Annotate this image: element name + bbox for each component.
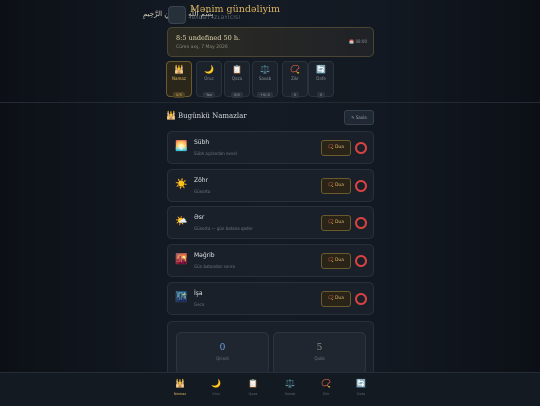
tab-count: 0	[316, 92, 326, 98]
stat-value: 0	[219, 343, 226, 353]
repeat-icon: 🔄	[316, 65, 326, 74]
mosque-icon: 🕌	[166, 111, 176, 120]
prayer-name: Sübh	[194, 139, 210, 146]
tab-count: Yox	[203, 92, 215, 98]
scales-icon: ⚖️	[260, 65, 270, 74]
night-city-icon: 🌃	[175, 292, 188, 303]
prayer-check-toggle[interactable]	[355, 180, 367, 192]
dua-button[interactable]: 📿 Dua	[321, 215, 351, 231]
prayer-check-toggle[interactable]	[355, 255, 367, 267]
nav-label: Zikr	[322, 392, 330, 396]
prayer-desc: Günorta	[194, 189, 211, 194]
app-subtitle: İBADƏT İZLƏYİCİSİ	[190, 16, 241, 21]
tab-label: Oruc	[204, 76, 214, 81]
nav-item-savab[interactable]: ⚖️ Savab	[278, 379, 302, 396]
prayer-row-zohr: ☀️ Zöhr Günorta 📿 Dua	[167, 169, 374, 202]
nav-item-defe[interactable]: 🔄 Dəfə	[349, 379, 373, 396]
nav-label: Qəza	[248, 392, 258, 396]
tab-count: +0/-0	[257, 92, 273, 98]
nav-item-zikr[interactable]: 📿 Zikr	[314, 379, 338, 396]
prayer-desc: Sübh açılandan əvvəl	[194, 151, 237, 156]
nav-item-namaz[interactable]: 🕌 Namaz	[168, 379, 192, 396]
clipboard-icon: 📋	[248, 379, 258, 388]
section-title: Bugünkü Namazlar	[178, 112, 247, 120]
moon-icon: 🌙	[204, 65, 214, 74]
tab-defe[interactable]: 🔄 Dəfə 0	[308, 61, 334, 98]
dua-button[interactable]: 📿 Dua	[321, 253, 351, 269]
hero-countdown: 8:5 undefined 50 h.	[176, 34, 241, 42]
app-logo	[168, 6, 186, 24]
hero-card: 8:5 undefined 50 h. Cümə axş, 7 May 2026…	[167, 27, 374, 57]
prayer-desc: Günorta — gün batana qədər	[194, 226, 253, 231]
sun-cloud-icon: 🌤️	[175, 216, 188, 227]
nav-label: Namaz	[173, 392, 187, 396]
scales-icon: ⚖️	[285, 379, 295, 388]
tab-zikr[interactable]: 📿 Zikr 0	[282, 61, 308, 98]
dua-button[interactable]: 📿 Dua	[321, 140, 351, 156]
prayer-row-esr: 🌤️ Əsr Günorta — gün batana qədər 📿 Dua	[167, 206, 374, 239]
tab-label: Savab	[258, 76, 272, 81]
tab-savab[interactable]: ⚖️ Savab +0/-0	[252, 61, 278, 98]
nav-label: Dəfə	[356, 392, 366, 396]
prayer-desc: Gün batandan sonra	[194, 264, 235, 269]
sunset-icon: 🌇	[175, 254, 188, 265]
tab-label: Dəfə	[316, 76, 326, 81]
prayer-row-isha: 🌃 İşa Gecə 📿 Dua	[167, 282, 374, 315]
mosque-icon: 🕌	[175, 379, 185, 388]
repeat-icon: 🔄	[356, 379, 366, 388]
tab-label: Qəza	[231, 76, 243, 81]
nav-item-qeza[interactable]: 📋 Qəza	[241, 379, 265, 396]
bottom-nav: 🕌 Namaz 🌙 Oruc 📋 Qəza ⚖️ Savab 📿 Zikr 🔄 …	[0, 372, 540, 406]
prayer-beads-icon: 📿	[321, 379, 331, 388]
tab-qeza[interactable]: 📋 Qəza 0/0	[224, 61, 250, 98]
tab-label: Zikr	[291, 76, 299, 81]
prayer-check-toggle[interactable]	[355, 142, 367, 154]
sun-icon: ☀️	[175, 179, 188, 190]
tab-count: 0/0	[231, 92, 243, 98]
tab-namaz[interactable]: 🕌 Namaz 0/5	[166, 61, 192, 98]
stat-label: Qılındı	[216, 356, 229, 361]
stat-remaining: 5 Qalıb	[273, 332, 366, 374]
mosque-icon: 🕌	[174, 65, 184, 74]
nav-label: Oruc	[211, 392, 221, 396]
sunrise-icon: 🌅	[175, 141, 188, 152]
prayer-check-toggle[interactable]	[355, 293, 367, 305]
prayer-row-subh: 🌅 Sübh Sübh açılandan əvvəl 📿 Dua	[167, 131, 374, 164]
app-title: Mənim gündəliyim	[190, 4, 281, 15]
prayer-name: Məğrib	[194, 252, 215, 259]
tab-count: 0/5	[173, 92, 185, 98]
prayer-desc: Gecə	[194, 302, 205, 307]
stat-label: Qalıb	[314, 356, 325, 361]
stat-value: 5	[316, 343, 323, 353]
save-button[interactable]: ✎ Saxla	[344, 110, 374, 125]
tab-oruc[interactable]: 🌙 Oruc Yox	[196, 61, 222, 98]
hero-date-badge[interactable]: 📅 08:00	[349, 39, 367, 44]
prayer-name: İşa	[194, 290, 203, 297]
prayer-row-megrib: 🌇 Məğrib Gün batandan sonra 📿 Dua	[167, 244, 374, 277]
stat-completed: 0 Qılındı	[176, 332, 269, 374]
hero-date: Cümə axş, 7 May 2026	[176, 45, 228, 50]
nav-label: Savab	[284, 392, 296, 396]
header-divider	[0, 102, 540, 103]
prayer-name: Əsr	[194, 214, 205, 221]
tab-label: Namaz	[172, 76, 186, 81]
dua-button[interactable]: 📿 Dua	[321, 291, 351, 307]
nav-item-oruc[interactable]: 🌙 Oruc	[204, 379, 228, 396]
moon-icon: 🌙	[211, 379, 221, 388]
dua-button[interactable]: 📿 Dua	[321, 178, 351, 194]
clipboard-icon: 📋	[232, 65, 242, 74]
prayer-check-toggle[interactable]	[355, 217, 367, 229]
tab-count: 0	[290, 92, 300, 98]
prayer-name: Zöhr	[194, 177, 209, 184]
app-root: بِسْمِ اللَّهِ الرَّحْمَٰنِ الرَّحِيمِ M…	[0, 0, 540, 406]
prayer-beads-icon: 📿	[290, 65, 300, 74]
